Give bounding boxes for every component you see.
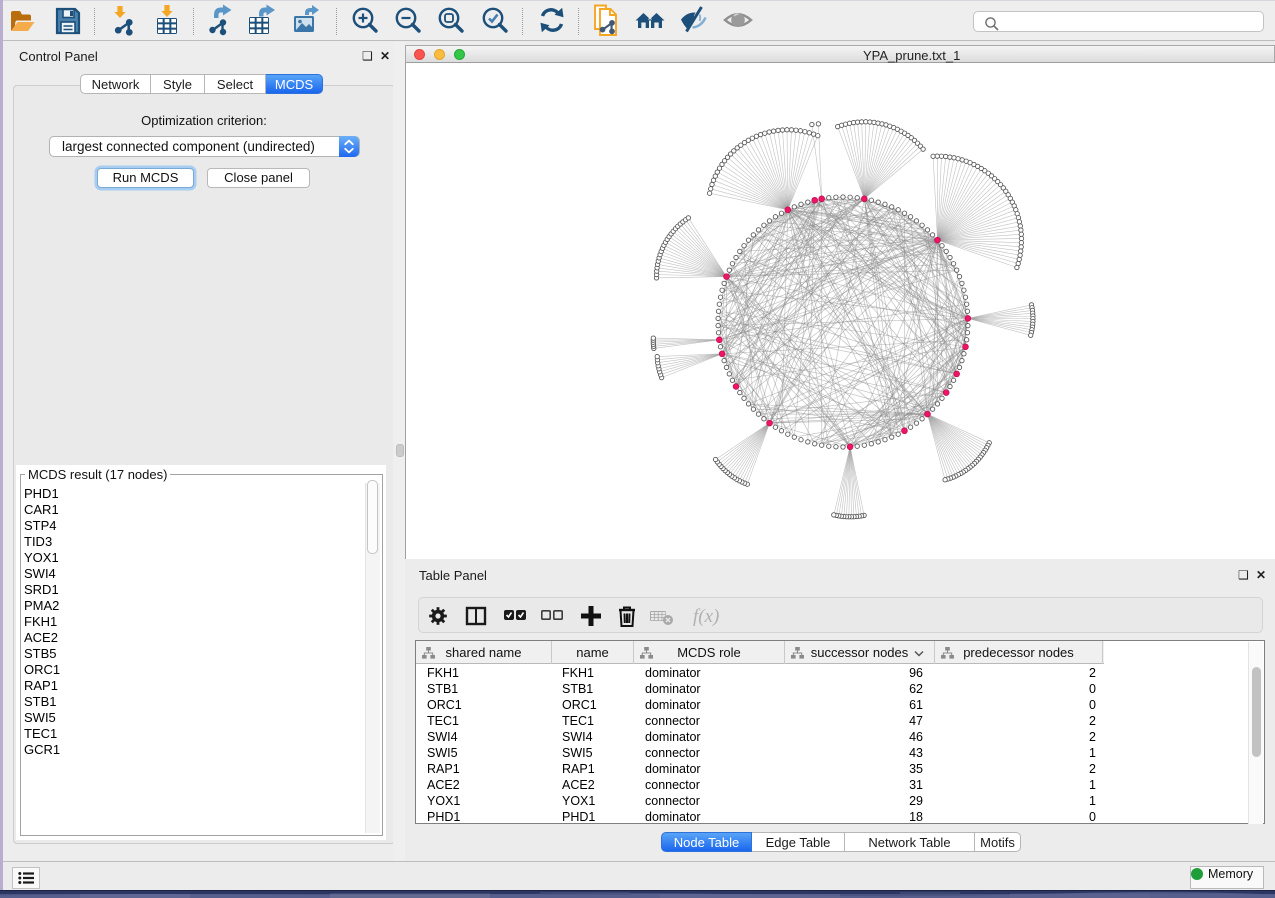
svg-text:f(x): f(x) — [693, 606, 719, 627]
